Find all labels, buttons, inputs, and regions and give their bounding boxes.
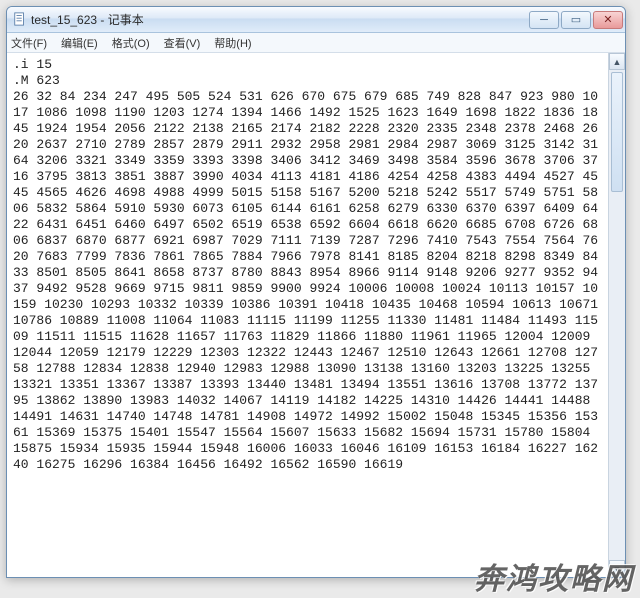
- notepad-icon: [13, 12, 27, 28]
- doc-numbers: 26 32 84 234 247 495 505 524 531 626 670…: [13, 89, 606, 472]
- vertical-scrollbar[interactable]: ▲ ▼: [608, 53, 625, 577]
- scroll-up-button[interactable]: ▲: [609, 53, 625, 70]
- watermark: 奔鸿攻略网: [474, 554, 634, 594]
- scroll-track[interactable]: [609, 70, 625, 560]
- menu-format[interactable]: 格式(O): [112, 35, 150, 51]
- menu-edit[interactable]: 编辑(E): [61, 35, 98, 51]
- titlebar[interactable]: test_15_623 - 记事本 ─ ▭ ✕: [7, 7, 625, 33]
- doc-m-line: .M 623: [13, 73, 60, 88]
- maximize-button[interactable]: ▭: [561, 11, 591, 29]
- menu-file[interactable]: 文件(F): [11, 35, 47, 51]
- window-title: test_15_623 - 记事本: [31, 11, 527, 28]
- menu-help[interactable]: 帮助(H): [214, 35, 251, 51]
- watermark-text: 奔鸿攻略网: [474, 554, 634, 598]
- doc-i-line: .i 15: [13, 57, 52, 72]
- client-area: .i 15 .M 623 26 32 84 234 247 495 505 52…: [7, 53, 625, 577]
- close-button[interactable]: ✕: [593, 11, 623, 29]
- scroll-thumb[interactable]: [611, 72, 623, 192]
- minimize-button[interactable]: ─: [529, 11, 559, 29]
- menu-view[interactable]: 查看(V): [164, 35, 201, 51]
- menu-bar: 文件(F) 编辑(E) 格式(O) 查看(V) 帮助(H): [7, 33, 625, 53]
- text-area[interactable]: .i 15 .M 623 26 32 84 234 247 495 505 52…: [7, 53, 608, 577]
- notepad-window: test_15_623 - 记事本 ─ ▭ ✕ 文件(F) 编辑(E) 格式(O…: [6, 6, 626, 578]
